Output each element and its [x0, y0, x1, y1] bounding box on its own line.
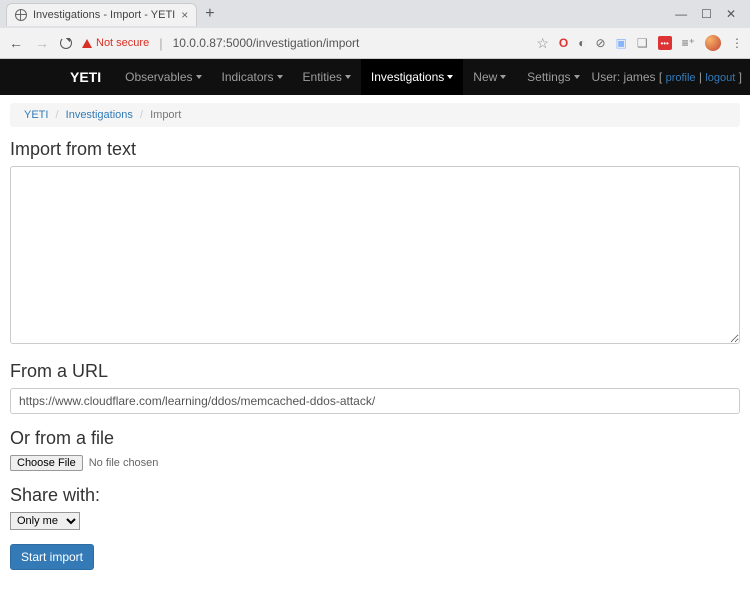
forward-button[interactable]: →: [34, 35, 50, 51]
import-text-title: Import from text: [10, 139, 740, 160]
nav-investigations[interactable]: Investigations: [361, 59, 463, 95]
file-title: Or from a file: [10, 428, 740, 449]
evernote-icon[interactable]: ❑: [637, 36, 648, 50]
nav-settings[interactable]: Settings: [527, 59, 579, 95]
tab-title: Investigations - Import - YETI: [33, 9, 175, 21]
minimize-icon[interactable]: —: [675, 7, 687, 21]
browser-chrome: Investigations - Import - YETI × + — ☐ ✕…: [0, 0, 750, 59]
new-tab-button[interactable]: +: [197, 5, 222, 23]
url-input[interactable]: [10, 388, 740, 414]
caret-icon: [345, 75, 351, 79]
file-status-text: No file chosen: [89, 457, 159, 469]
nav-new[interactable]: New: [463, 59, 516, 95]
security-indicator[interactable]: Not secure: [82, 37, 149, 49]
nav-indicators[interactable]: Indicators: [212, 59, 293, 95]
brand[interactable]: YETI: [70, 69, 101, 85]
url-title: From a URL: [10, 361, 740, 382]
lastpass-icon[interactable]: •••: [658, 36, 672, 50]
breadcrumb-current: Import: [150, 109, 181, 121]
choose-file-button[interactable]: Choose File: [10, 455, 83, 471]
nav-observables[interactable]: Observables: [115, 59, 211, 95]
reload-icon[interactable]: [60, 37, 72, 49]
caret-icon: [196, 75, 202, 79]
nav-entities[interactable]: Entities: [293, 59, 361, 95]
not-secure-text: Not secure: [96, 37, 149, 49]
caret-icon: [277, 75, 283, 79]
breadcrumb-item[interactable]: Investigations: [66, 109, 133, 121]
close-tab-icon[interactable]: ×: [181, 8, 188, 22]
warning-icon: [82, 39, 92, 48]
bookmark-icon[interactable]: ☆: [536, 35, 549, 52]
snip-icon[interactable]: ▣: [616, 36, 627, 50]
profile-link[interactable]: profile: [666, 72, 696, 84]
block-icon[interactable]: ⊘: [595, 36, 605, 50]
logout-link[interactable]: logout: [705, 72, 735, 84]
breadcrumb-item[interactable]: YETI: [24, 109, 48, 121]
share-title: Share with:: [10, 485, 740, 506]
breadcrumb: YETI / Investigations / Import: [10, 103, 740, 127]
import-text-textarea[interactable]: [10, 166, 740, 344]
list-icon[interactable]: ≡⁺: [682, 36, 695, 50]
menu-dots-icon[interactable]: ⋮: [731, 36, 742, 50]
adblock-icon[interactable]: ◐: [578, 36, 585, 50]
user-block: User: james [ profile | logout ]: [592, 70, 742, 84]
back-button[interactable]: ←: [8, 35, 24, 51]
opera-icon[interactable]: O: [559, 36, 568, 50]
app-navbar: YETI Observables Indicators Entities Inv…: [0, 59, 750, 95]
globe-icon: [15, 9, 27, 21]
share-select[interactable]: Only me: [10, 512, 80, 530]
close-window-icon[interactable]: ✕: [726, 7, 736, 21]
profile-avatar[interactable]: [705, 35, 721, 51]
url-text[interactable]: 10.0.0.87:5000/investigation/import: [173, 36, 527, 50]
browser-tab[interactable]: Investigations - Import - YETI ×: [6, 3, 197, 26]
maximize-icon[interactable]: ☐: [701, 7, 712, 21]
start-import-button[interactable]: Start import: [10, 544, 94, 570]
caret-icon: [447, 75, 453, 79]
caret-icon: [574, 75, 580, 79]
caret-icon: [500, 75, 506, 79]
